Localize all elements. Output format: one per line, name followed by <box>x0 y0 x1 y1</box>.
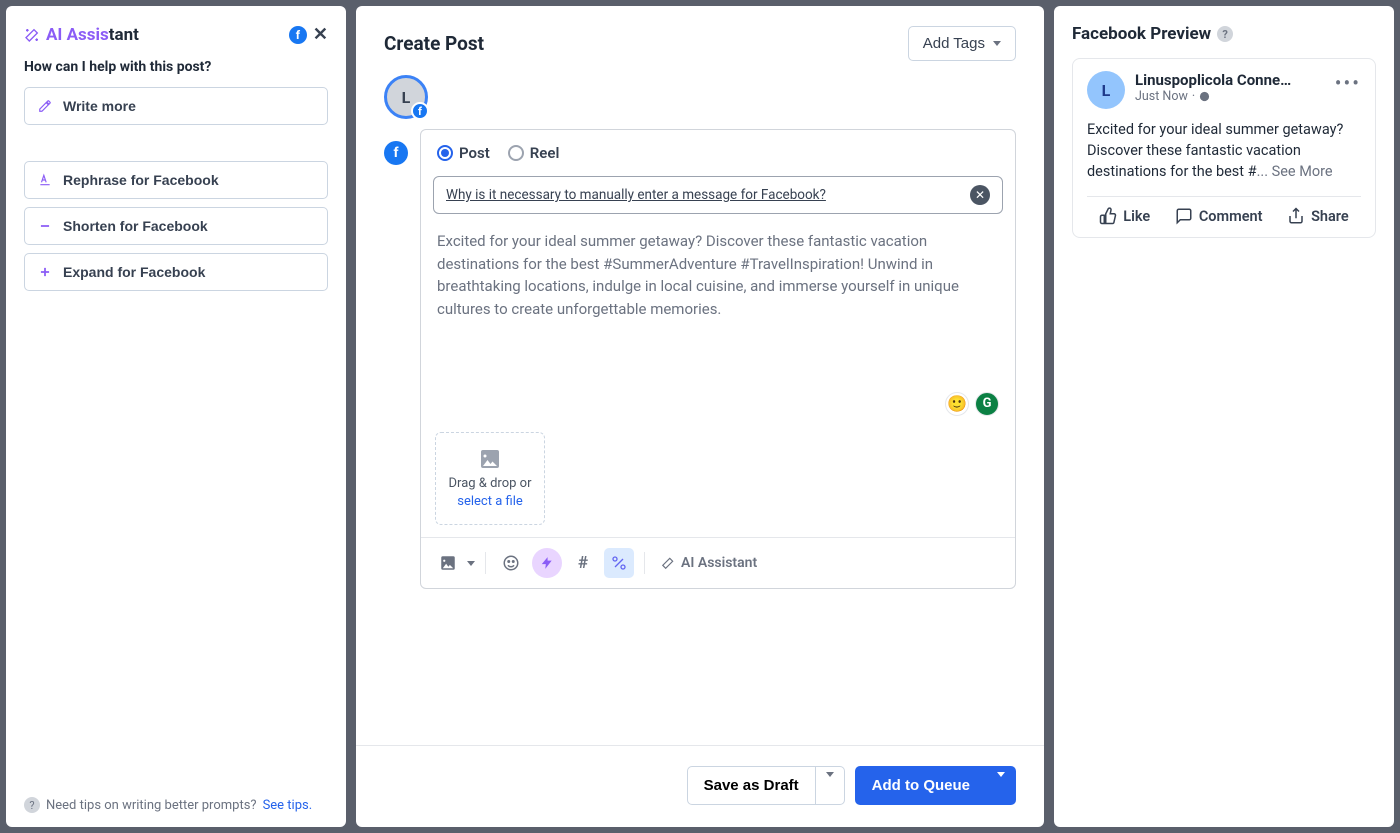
rephrase-button[interactable]: Rephrase for Facebook <box>24 161 328 199</box>
ai-assistant-button[interactable]: AI Assistant <box>655 551 763 575</box>
footer-tip: ? Need tips on writing better prompts? S… <box>24 797 328 813</box>
ai-header: AI Assistant f ✕ <box>24 24 328 45</box>
reel-radio[interactable]: Reel <box>508 144 560 162</box>
facebook-icon: f <box>289 26 307 44</box>
footer-actions: Save as Draft Add to Queue <box>356 745 1044 827</box>
create-post-panel: Create Post Add Tags L f f Post Reel <box>356 6 1044 827</box>
preview-name: Linuspoplicola Connecte… <box>1135 71 1295 89</box>
comment-button[interactable]: Comment <box>1175 207 1263 225</box>
radio-icon <box>437 145 453 161</box>
pencil-icon <box>37 99 53 113</box>
facebook-platform-icon: f <box>384 141 408 165</box>
post-radio[interactable]: Post <box>437 144 490 162</box>
shorten-button[interactable]: Shorten for Facebook <box>24 207 328 245</box>
expand-button[interactable]: Expand for Facebook <box>24 253 328 291</box>
account-row: L f <box>356 75 1044 129</box>
preview-time: Just Now· <box>1135 89 1295 104</box>
button-label: Write more <box>63 98 136 114</box>
ai-assistant-panel: AI Assistant f ✕ How can I help with thi… <box>6 6 346 827</box>
help-icon[interactable]: ? <box>1217 26 1233 42</box>
info-banner: Why is it necessary to manually enter a … <box>433 176 1003 214</box>
button-label: Expand for Facebook <box>63 264 205 280</box>
bolt-button[interactable] <box>532 548 562 578</box>
facebook-preview-card: L Linuspoplicola Connecte… Just Now· •••… <box>1072 58 1376 238</box>
chevron-down-icon[interactable] <box>467 561 475 566</box>
share-button[interactable]: Share <box>1287 207 1349 225</box>
radio-icon <box>508 145 524 161</box>
add-to-queue-dropdown[interactable] <box>987 766 1016 805</box>
plus-icon <box>37 265 53 279</box>
preview-panel: Facebook Preview ? L Linuspoplicola Conn… <box>1054 6 1394 827</box>
chevron-down-icon <box>997 772 1005 794</box>
save-draft-group: Save as Draft <box>687 766 845 805</box>
ai-subtitle: How can I help with this post? <box>24 59 328 75</box>
wand-icon <box>24 27 40 43</box>
minus-icon <box>37 219 53 233</box>
emoji-icon[interactable]: 🙂 <box>945 392 969 416</box>
preview-title: Facebook Preview ? <box>1072 24 1376 44</box>
image-icon <box>446 447 534 471</box>
account-avatar[interactable]: L f <box>384 75 428 119</box>
emoji-button[interactable] <box>496 548 526 578</box>
write-more-button[interactable]: Write more <box>24 87 328 125</box>
more-icon[interactable]: ••• <box>1335 71 1361 95</box>
see-more-link[interactable]: ... See More <box>1257 163 1333 180</box>
page-title: Create Post <box>384 32 484 55</box>
add-tags-button[interactable]: Add Tags <box>908 26 1016 61</box>
globe-icon <box>1199 91 1210 102</box>
button-label: Rephrase for Facebook <box>63 172 219 188</box>
like-button[interactable]: Like <box>1099 207 1150 225</box>
post-textarea[interactable]: Excited for your ideal summer getaway? D… <box>421 224 1015 424</box>
facebook-badge-icon: f <box>411 102 429 120</box>
post-editor: Post Reel Why is it necessary to manuall… <box>420 129 1016 589</box>
close-icon[interactable]: ✕ <box>313 24 328 45</box>
dismiss-icon[interactable]: ✕ <box>970 185 990 205</box>
add-to-queue-button[interactable]: Add to Queue <box>855 766 987 805</box>
variables-button[interactable] <box>604 548 634 578</box>
preview-avatar: L <box>1087 71 1125 109</box>
editor-toolbar: # AI Assistant <box>421 537 1015 588</box>
select-file-link[interactable]: select a file <box>457 494 523 509</box>
add-queue-group: Add to Queue <box>855 766 1016 805</box>
ai-title: AI Assistant <box>24 25 139 45</box>
post-type-selector: Post Reel <box>421 130 1015 176</box>
info-link[interactable]: Why is it necessary to manually enter a … <box>446 187 826 203</box>
chevron-down-icon <box>826 772 834 794</box>
save-draft-button[interactable]: Save as Draft <box>687 766 816 805</box>
button-label: Shorten for Facebook <box>63 218 208 234</box>
grammarly-icon[interactable]: G <box>975 392 999 416</box>
see-tips-link[interactable]: See tips. <box>263 798 313 813</box>
media-upload[interactable]: Drag & drop or select a file <box>435 432 545 525</box>
save-draft-dropdown[interactable] <box>816 766 845 805</box>
rephrase-icon <box>37 173 53 187</box>
media-picker-button[interactable] <box>433 548 463 578</box>
preview-body: Excited for your ideal summer getaway? D… <box>1087 109 1361 196</box>
create-post-header: Create Post Add Tags <box>356 6 1044 75</box>
help-icon: ? <box>24 797 40 813</box>
chevron-down-icon <box>993 41 1001 46</box>
hashtag-button[interactable]: # <box>568 548 598 578</box>
